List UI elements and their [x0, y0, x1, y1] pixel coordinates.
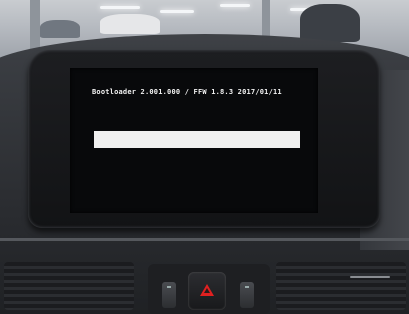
boot-progress-fill [94, 131, 300, 148]
ceiling-light [160, 10, 194, 13]
left-console-switch[interactable] [162, 282, 176, 308]
ceiling-light [100, 6, 140, 9]
right-air-vent[interactable] [276, 262, 406, 310]
parked-car [100, 14, 160, 34]
ceiling-light [220, 4, 250, 7]
parked-car [300, 4, 360, 42]
left-air-vent[interactable] [4, 262, 134, 310]
parked-car [40, 20, 80, 38]
hazard-button[interactable] [188, 272, 226, 310]
bootloader-version-text: Bootloader 2.001.000 / FFW 1.8.3 2017/01… [92, 88, 282, 96]
vent-chrome-slider[interactable] [350, 276, 390, 278]
switch-indicator-icon [167, 286, 171, 288]
switch-indicator-icon [245, 286, 249, 288]
right-console-switch[interactable] [240, 282, 254, 308]
boot-progress-bar [94, 131, 300, 148]
console-trim [0, 238, 409, 241]
car-interior-photo: Bootloader 2.001.000 / FFW 1.8.3 2017/01… [0, 0, 409, 314]
hazard-warning-icon [200, 284, 214, 296]
